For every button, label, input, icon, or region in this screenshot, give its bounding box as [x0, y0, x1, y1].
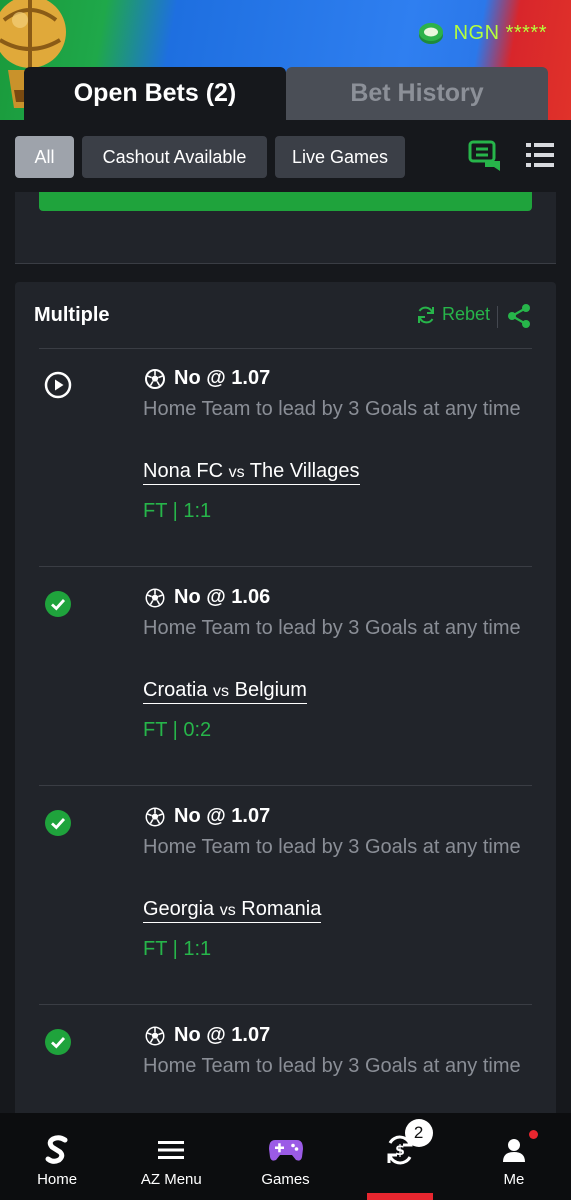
selection-item: No @ 1.06 Home Team to lead by 3 Goals a…	[39, 568, 532, 786]
filter-all[interactable]: All	[15, 136, 74, 178]
bet-tabs: Open Bets (2) Bet History	[24, 67, 548, 120]
refresh-icon	[417, 306, 434, 323]
football-icon	[145, 588, 165, 607]
selection-item: No @ 1.07 Home Team to lead by 3 Goals a…	[39, 787, 532, 1005]
selection-market: Home Team to lead by 3 Goals at any time	[143, 836, 521, 858]
match-link[interactable]: Georgia vs Romania	[143, 898, 322, 923]
share-icon[interactable]	[506, 303, 532, 329]
bet-type-title: Multiple	[34, 304, 110, 326]
nav-label: Me	[503, 1171, 525, 1188]
balance-display[interactable]: NGN *****	[418, 20, 547, 46]
check-circle-icon	[45, 1029, 71, 1055]
check-circle-icon	[45, 591, 71, 617]
bottom-nav: Home AZ Menu Games $ 2 Me	[0, 1113, 571, 1200]
filter-cashout-available[interactable]: Cashout Available	[82, 136, 267, 178]
selection-market: Home Team to lead by 3 Goals at any time	[143, 1055, 521, 1077]
nav-me[interactable]: Me	[457, 1113, 571, 1200]
selection-market: Home Team to lead by 3 Goals at any time	[143, 617, 521, 639]
divider	[39, 1004, 532, 1005]
selection-market: Home Team to lead by 3 Goals at any time	[143, 398, 521, 420]
open-bets-badge: 2	[404, 1119, 433, 1147]
balance-amount: NGN *****	[453, 21, 547, 44]
selection-item: No @ 1.07 Home Team to lead by 3 Goals a…	[39, 1006, 532, 1122]
nav-az-menu[interactable]: AZ Menu	[114, 1113, 228, 1200]
match-score: FT | 1:1	[143, 500, 212, 522]
match-link[interactable]: Nona FC vs The Villages	[143, 460, 360, 485]
selection-pick: No @ 1.06	[144, 586, 270, 609]
cashout-bar[interactable]	[39, 192, 532, 211]
nav-open-bets[interactable]: $ 2	[343, 1113, 457, 1200]
check-circle-icon	[45, 810, 71, 836]
svg-text:$: $	[395, 1143, 405, 1159]
selection-pick: No @ 1.07	[144, 805, 270, 828]
match-score: FT | 0:2	[143, 719, 212, 741]
rebet-button[interactable]: Rebet	[416, 304, 490, 325]
tab-bet-history[interactable]: Bet History	[286, 67, 548, 120]
chat-icon[interactable]	[467, 137, 503, 173]
divider	[497, 306, 498, 328]
football-icon	[145, 807, 165, 826]
divider	[39, 785, 532, 786]
nav-label: Games	[261, 1171, 310, 1188]
divider	[39, 566, 532, 567]
nav-games[interactable]: Games	[228, 1113, 342, 1200]
selection-pick: No @ 1.07	[144, 367, 270, 390]
menu-icon	[158, 1141, 185, 1159]
match-link[interactable]: Croatia vs Belgium	[143, 679, 307, 704]
match-score: FT | 1:1	[143, 938, 212, 960]
wallet-coin-icon	[418, 23, 443, 44]
active-indicator	[366, 1193, 433, 1200]
football-icon	[145, 1026, 165, 1045]
previous-bet-card	[15, 192, 556, 264]
filter-live-games[interactable]: Live Games	[275, 136, 405, 178]
gamepad-icon	[268, 1140, 303, 1161]
user-icon	[502, 1139, 525, 1162]
live-play-icon	[44, 371, 72, 399]
notification-dot	[528, 1130, 538, 1139]
football-icon	[145, 368, 165, 389]
bet-card: Multiple Rebet No @ 1.07 Home Team to le…	[15, 282, 556, 1122]
nav-home[interactable]: Home	[0, 1113, 114, 1200]
nav-label: Home	[37, 1171, 78, 1188]
sporty-logo-icon	[45, 1135, 68, 1164]
selection-pick: No @ 1.07	[144, 1024, 270, 1047]
list-icon[interactable]	[524, 137, 556, 173]
tab-open-bets[interactable]: Open Bets (2)	[24, 67, 286, 120]
selection-item: No @ 1.07 Home Team to lead by 3 Goals a…	[39, 349, 532, 567]
nav-label: AZ Menu	[140, 1171, 202, 1188]
rebet-label: Rebet	[441, 304, 490, 324]
